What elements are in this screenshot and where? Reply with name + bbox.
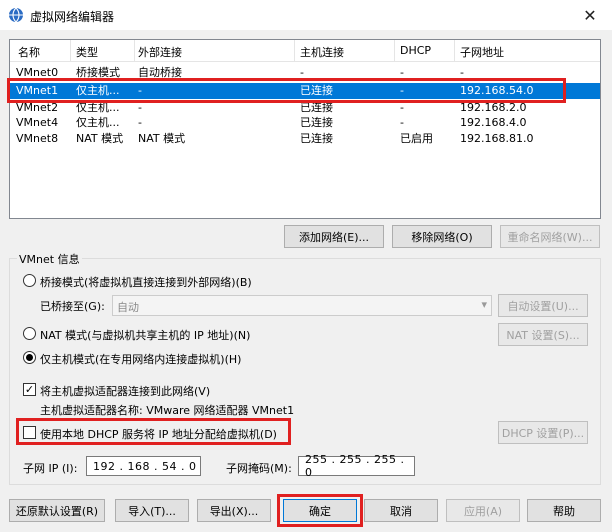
nat-mode-radio[interactable] — [23, 327, 36, 340]
cell-type: 仅主机... — [76, 116, 120, 129]
cell-host: 已连接 — [300, 132, 333, 145]
bridged-to-label: 已桥接至(G): — [40, 300, 105, 313]
cell-type: NAT 模式 — [76, 132, 124, 145]
cell-host: - — [300, 66, 304, 79]
cell-external: - — [138, 101, 142, 114]
bridged-to-value: 自动 — [117, 301, 139, 314]
table-row-vmnet0[interactable]: VMnet0 桥接模式 自动桥接 - - - — [10, 66, 600, 80]
cell-host: 已连接 — [300, 84, 333, 97]
subnet-ip-field[interactable]: 192 . 168 . 54 . 0 — [86, 456, 201, 476]
dhcp-settings-button[interactable]: DHCP 设置(P)... — [498, 421, 588, 444]
network-editor-icon — [9, 7, 23, 23]
apply-button[interactable]: 应用(A) — [446, 499, 520, 522]
cell-external: NAT 模式 — [138, 132, 186, 145]
cell-dhcp: 已启用 — [400, 132, 433, 145]
nat-settings-button[interactable]: NAT 设置(S)... — [498, 323, 588, 346]
column-header-subnet[interactable]: 子网地址 — [460, 44, 504, 60]
column-header-host[interactable]: 主机连接 — [300, 44, 344, 60]
export-button[interactable]: 导出(X)... — [197, 499, 271, 522]
cell-subnet: - — [460, 66, 464, 79]
cell-host: 已连接 — [300, 116, 333, 129]
column-divider[interactable] — [394, 40, 395, 62]
title-bar: 虚拟网络编辑器 ✕ — [0, 0, 612, 30]
vmnet-info-group — [9, 258, 601, 485]
subnet-mask-label: 子网掩码(M): — [226, 462, 292, 475]
dhcp-checkbox[interactable] — [23, 426, 36, 439]
table-row-vmnet2[interactable]: VMnet2 仅主机... - 已连接 - 192.168.2.0 — [10, 101, 600, 115]
column-divider[interactable] — [134, 40, 135, 62]
column-header-type[interactable]: 类型 — [76, 44, 98, 60]
list-header: 名称 类型 外部连接 主机连接 DHCP 子网地址 — [10, 40, 600, 62]
cell-external: - — [138, 116, 142, 129]
connect-adapter-checkbox[interactable]: ✓ — [23, 383, 36, 396]
column-divider[interactable] — [454, 40, 455, 62]
adapter-name-label: 主机虚拟适配器名称: VMware 网络适配器 VMnet1 — [40, 404, 295, 417]
subnet-ip-label: 子网 IP (I): — [23, 462, 78, 475]
cell-name: VMnet4 — [16, 116, 59, 129]
cell-dhcp: - — [400, 84, 404, 97]
vmnet-info-label: VMnet 信息 — [17, 251, 82, 267]
table-row-vmnet1[interactable]: VMnet1 仅主机... - 已连接 - 192.168.54.0 — [10, 83, 600, 99]
cell-subnet: 192.168.2.0 — [460, 101, 527, 114]
cell-type: 仅主机... — [76, 101, 120, 114]
host-only-mode-radio[interactable] — [23, 351, 36, 364]
ok-button[interactable]: 确定 — [283, 499, 357, 522]
nat-mode-label[interactable]: NAT 模式(与虚拟机共享主机的 IP 地址)(N) — [40, 327, 250, 343]
column-divider[interactable] — [294, 40, 295, 62]
network-list[interactable]: 名称 类型 外部连接 主机连接 DHCP 子网地址 VMnet0 桥接模式 自动… — [9, 39, 601, 219]
table-row-vmnet8[interactable]: VMnet8 NAT 模式 NAT 模式 已连接 已启用 192.168.81.… — [10, 132, 600, 146]
cell-subnet: 192.168.81.0 — [460, 132, 534, 145]
help-button[interactable]: 帮助 — [527, 499, 601, 522]
rename-network-button[interactable]: 重命名网络(W)... — [500, 225, 600, 248]
cell-name: VMnet0 — [16, 66, 59, 79]
cancel-button[interactable]: 取消 — [364, 499, 438, 522]
connect-adapter-label[interactable]: 将主机虚拟适配器连接到此网络(V) — [40, 383, 210, 399]
subnet-mask-field[interactable]: 255 . 255 . 255 . 0 — [298, 453, 415, 479]
cell-subnet: 192.168.54.0 — [460, 84, 534, 97]
column-header-name[interactable]: 名称 — [18, 44, 40, 60]
import-button[interactable]: 导入(T)... — [115, 499, 189, 522]
bridged-to-select[interactable]: 自动 ▾ — [112, 295, 492, 316]
column-header-dhcp[interactable]: DHCP — [400, 44, 431, 57]
cell-subnet: 192.168.4.0 — [460, 116, 527, 129]
bridged-mode-label[interactable]: 桥接模式(将虚拟机直接连接到外部网络)(B) — [40, 274, 252, 290]
auto-settings-button[interactable]: 自动设置(U)... — [498, 294, 588, 317]
cell-host: 已连接 — [300, 101, 333, 114]
restore-defaults-button[interactable]: 还原默认设置(R) — [9, 499, 105, 522]
cell-type: 仅主机... — [76, 84, 120, 97]
cell-name: VMnet2 — [16, 101, 59, 114]
cell-external: 自动桥接 — [138, 66, 182, 79]
cell-dhcp: - — [400, 101, 404, 114]
window-title: 虚拟网络编辑器 — [30, 10, 115, 24]
chevron-down-icon: ▾ — [481, 298, 487, 311]
column-divider[interactable] — [70, 40, 71, 62]
cell-name: VMnet8 — [16, 132, 59, 145]
close-icon[interactable]: ✕ — [568, 0, 612, 30]
column-header-external[interactable]: 外部连接 — [138, 44, 182, 60]
cell-name: VMnet1 — [16, 84, 59, 97]
table-row-vmnet4[interactable]: VMnet4 仅主机... - 已连接 - 192.168.4.0 — [10, 116, 600, 130]
dhcp-label[interactable]: 使用本地 DHCP 服务将 IP 地址分配给虚拟机(D) — [40, 426, 277, 442]
cell-external: - — [138, 84, 142, 97]
cell-dhcp: - — [400, 66, 404, 79]
cell-type: 桥接模式 — [76, 66, 120, 79]
host-only-mode-label[interactable]: 仅主机模式(在专用网络内连接虚拟机)(H) — [40, 351, 241, 367]
add-network-button[interactable]: 添加网络(E)... — [284, 225, 384, 248]
remove-network-button[interactable]: 移除网络(O) — [392, 225, 492, 248]
bridged-mode-radio[interactable] — [23, 274, 36, 287]
cell-dhcp: - — [400, 116, 404, 129]
